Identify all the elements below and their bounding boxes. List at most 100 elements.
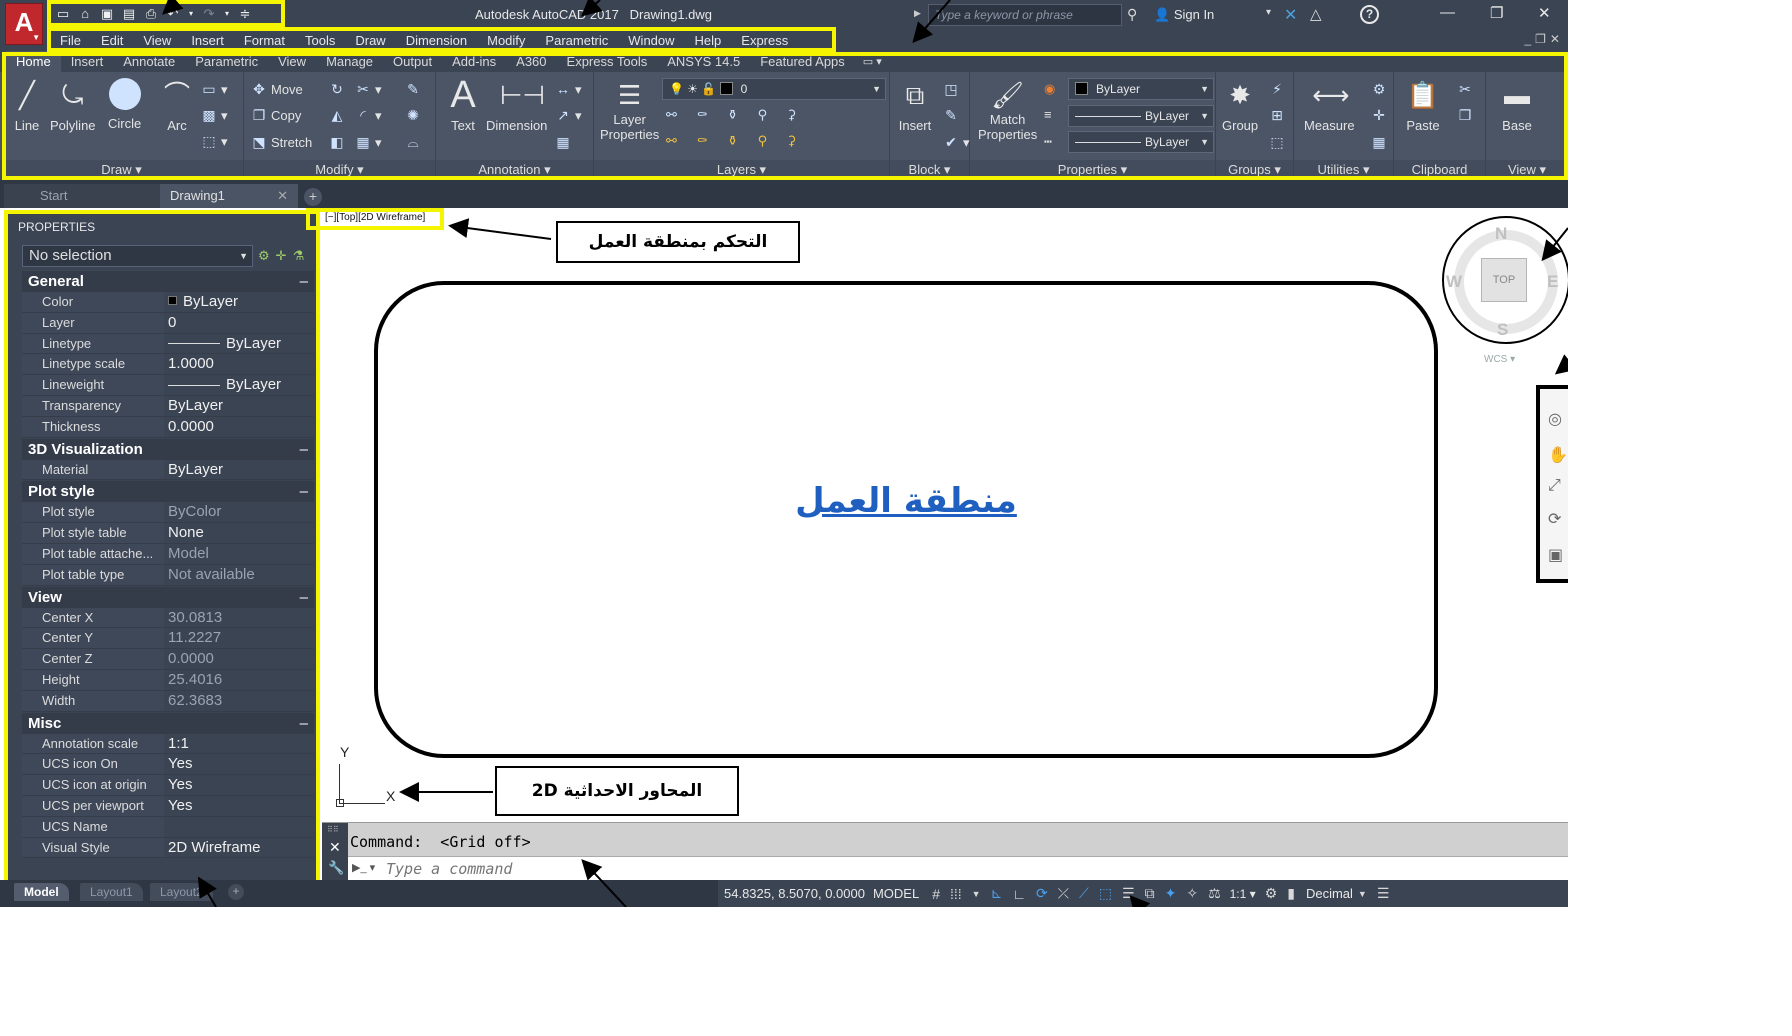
- dimension-tool[interactable]: ⊢⊣ Dimension: [486, 78, 547, 133]
- a360-icon[interactable]: △: [1310, 5, 1322, 23]
- property-row[interactable]: Width 62.3683: [22, 690, 314, 712]
- help-icon[interactable]: ?: [1360, 5, 1379, 24]
- object-snap-tracking-icon[interactable]: ⟋: [1079, 885, 1089, 902]
- copy-tool[interactable]: ❐ Copy: [250, 104, 302, 126]
- menu-express[interactable]: Express: [731, 30, 798, 51]
- view-panel-title[interactable]: View ▾: [1486, 160, 1568, 180]
- property-value[interactable]: ByColor: [164, 502, 314, 522]
- explode-tool[interactable]: ✺: [404, 104, 425, 126]
- annotation-visibility-icon[interactable]: ✦: [1165, 885, 1177, 902]
- property-value[interactable]: 62.3683: [164, 691, 314, 711]
- scale-tool[interactable]: ◧: [328, 131, 349, 153]
- annotation-panel-title[interactable]: Annotation ▾: [436, 160, 593, 180]
- hatch-tool[interactable]: ▩ ▾: [200, 104, 227, 126]
- plot-icon[interactable]: ⎙: [143, 6, 159, 22]
- property-value[interactable]: 1.0000: [164, 354, 314, 374]
- group-edit-tool[interactable]: ⊞: [1268, 104, 1289, 126]
- redo-dropdown-icon[interactable]: ▾: [223, 6, 231, 22]
- tab-start[interactable]: Start: [4, 184, 160, 208]
- property-value[interactable]: ByLayer: [164, 375, 314, 395]
- rectangle-tool[interactable]: ▭ ▾: [200, 78, 227, 100]
- chevron-down-icon[interactable]: ▾: [1266, 7, 1271, 18]
- property-value[interactable]: 30.0813: [164, 608, 314, 628]
- annotation-scale-value[interactable]: 1:1 ▾: [1230, 887, 1256, 901]
- minimize-icon[interactable]: —: [1440, 4, 1455, 21]
- menu-parametric[interactable]: Parametric: [535, 30, 618, 51]
- property-value[interactable]: 11.2227: [164, 628, 314, 648]
- property-value[interactable]: 0.0000: [164, 649, 314, 669]
- property-row[interactable]: Center X 30.0813: [22, 607, 314, 629]
- calculator-tool[interactable]: ▦: [1370, 131, 1391, 153]
- collapse-icon[interactable]: –: [300, 587, 308, 608]
- property-value[interactable]: ByLayer: [164, 292, 314, 312]
- layer-properties-tool[interactable]: ☰ Layer Properties: [600, 78, 659, 142]
- mirror-tool[interactable]: ◭: [328, 104, 349, 126]
- sign-in-button[interactable]: 👤 Sign In: [1154, 7, 1214, 23]
- undo-icon[interactable]: ↶: [165, 6, 181, 22]
- modify-panel-title[interactable]: Modify ▾: [244, 160, 435, 180]
- clipboard-panel-title[interactable]: Clipboard: [1394, 160, 1485, 180]
- property-row[interactable]: UCS Name: [22, 816, 314, 838]
- compass-east[interactable]: E: [1547, 272, 1558, 292]
- compass-north[interactable]: N: [1495, 224, 1507, 244]
- property-row[interactable]: UCS icon at origin Yes: [22, 775, 314, 796]
- tab-drawing1[interactable]: Drawing1 ✕: [160, 184, 298, 208]
- property-value[interactable]: 25.4016: [164, 670, 314, 690]
- utilities-panel-title[interactable]: Utilities ▾: [1294, 160, 1393, 180]
- property-row[interactable]: Lineweight ByLayer: [22, 375, 314, 396]
- property-row[interactable]: Visual Style 2D Wireframe: [22, 837, 314, 859]
- pan-icon[interactable]: ✋: [1548, 445, 1568, 465]
- property-row[interactable]: Material ByLayer: [22, 459, 314, 481]
- menu-help[interactable]: Help: [685, 30, 732, 51]
- copy-clip-tool[interactable]: ❐: [1456, 104, 1477, 126]
- wcs-menu[interactable]: WCS ▾: [1484, 354, 1515, 365]
- tab-output[interactable]: Output: [383, 51, 442, 72]
- search-expand-icon[interactable]: ▶: [914, 8, 921, 19]
- property-row[interactable]: Color ByLayer: [22, 292, 314, 313]
- tab-annotate[interactable]: Annotate: [113, 51, 185, 72]
- ortho-icon[interactable]: ∟: [1012, 886, 1026, 902]
- menu-file[interactable]: File: [50, 30, 91, 51]
- menu-window[interactable]: Window: [618, 30, 684, 51]
- select-objects-icon[interactable]: ✛: [276, 248, 293, 263]
- close-icon[interactable]: ✕: [1538, 4, 1551, 22]
- point-tool[interactable]: ✛: [1370, 104, 1391, 126]
- layer-dropdown[interactable]: 💡 ☀ 🔓 0 ▼: [662, 78, 886, 100]
- application-menu-button[interactable]: A ▼: [5, 3, 43, 45]
- quick-select-tool[interactable]: ⚙: [1370, 78, 1391, 100]
- edit-block-tool[interactable]: ✎: [942, 104, 963, 126]
- create-block-tool[interactable]: ◳: [942, 78, 963, 100]
- drawing-area[interactable]: [−][Top][2D Wireframe] التحكم بمنطقة الع…: [306, 208, 1568, 822]
- layer-tools-row-1[interactable]: ⚯ ⚰ ⚱ ⚲ ⚳: [666, 104, 804, 126]
- snap-icon[interactable]: ⁞⁞⁞: [950, 886, 962, 902]
- tab-parametric[interactable]: Parametric: [185, 51, 268, 72]
- section-3d-visualization[interactable]: 3D Visualization –: [22, 438, 314, 460]
- trim-tool[interactable]: ✂ ▾: [354, 78, 381, 100]
- linear-dim-tool[interactable]: ↔ ▾: [554, 78, 582, 100]
- infer-constraints-icon[interactable]: ⊾: [991, 885, 1003, 902]
- property-row[interactable]: Transparency ByLayer: [22, 395, 314, 417]
- command-line-grip[interactable]: ⠿⠿ ✕ 🔧: [322, 823, 348, 881]
- snap-dropdown-icon[interactable]: ▼: [972, 889, 981, 899]
- rotate-tool[interactable]: ↻: [328, 78, 349, 100]
- restore-icon[interactable]: ❐: [1490, 4, 1503, 22]
- lineweight-display-icon[interactable]: ☰: [1122, 885, 1135, 902]
- tab-ansys-14-5[interactable]: ANSYS 14.5: [657, 51, 750, 72]
- tab-a360[interactable]: A360: [506, 51, 556, 72]
- property-row[interactable]: Annotation scale 1:1: [22, 733, 314, 755]
- property-value[interactable]: Yes: [164, 796, 314, 816]
- open-icon[interactable]: ⌂: [77, 6, 93, 22]
- units-display[interactable]: Decimal: [1306, 886, 1353, 901]
- object-snap-icon[interactable]: ⬚: [1099, 885, 1112, 902]
- tab-model[interactable]: Model: [14, 883, 69, 901]
- fillet-tool[interactable]: ◜ ▾: [354, 104, 381, 126]
- property-value[interactable]: ByLayer: [164, 396, 314, 416]
- zoom-extents-icon[interactable]: ⤢: [1548, 477, 1561, 495]
- property-row[interactable]: UCS icon On Yes: [22, 754, 314, 776]
- draw-panel-title[interactable]: Draw ▾: [0, 160, 243, 180]
- ribbon-minimize-icon[interactable]: ▭ ▾: [855, 51, 890, 72]
- menu-edit[interactable]: Edit: [91, 30, 133, 51]
- property-value[interactable]: Yes: [164, 775, 314, 795]
- property-value[interactable]: 1:1: [164, 734, 314, 754]
- tab-express-tools[interactable]: Express Tools: [557, 51, 658, 72]
